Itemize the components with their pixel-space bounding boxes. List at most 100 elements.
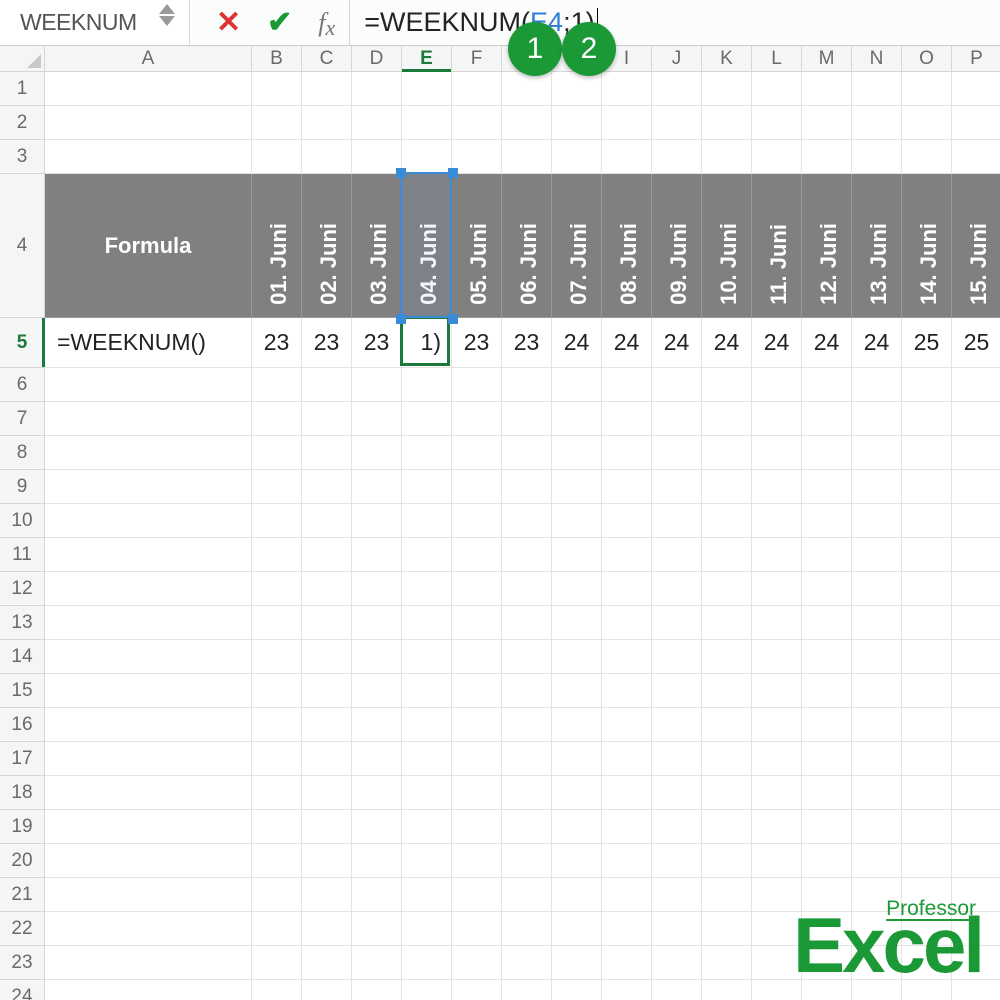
- row-header-10[interactable]: 10: [0, 504, 44, 538]
- cell-P5[interactable]: 25: [952, 318, 1000, 368]
- cell-A17[interactable]: [45, 742, 252, 776]
- cell-O16[interactable]: [902, 708, 952, 742]
- formula-input[interactable]: =WEEKNUM(E4;1): [350, 0, 1000, 45]
- cell-F23[interactable]: [452, 946, 502, 980]
- cell-J4[interactable]: 09. Juni: [652, 174, 702, 318]
- cell-G4[interactable]: 06. Juni: [502, 174, 552, 318]
- cell-D3[interactable]: [352, 140, 402, 174]
- cell-M12[interactable]: [802, 572, 852, 606]
- cell-E1[interactable]: [402, 72, 452, 106]
- cell-J1[interactable]: [652, 72, 702, 106]
- cell-C3[interactable]: [302, 140, 352, 174]
- cell-I17[interactable]: [602, 742, 652, 776]
- cell-G24[interactable]: [502, 980, 552, 1000]
- cell-F21[interactable]: [452, 878, 502, 912]
- cell-L19[interactable]: [752, 810, 802, 844]
- cell-A23[interactable]: [45, 946, 252, 980]
- cell-D17[interactable]: [352, 742, 402, 776]
- cell-C9[interactable]: [302, 470, 352, 504]
- cell-I21[interactable]: [602, 878, 652, 912]
- cell-H24[interactable]: [552, 980, 602, 1000]
- cell-L8[interactable]: [752, 436, 802, 470]
- column-header-O[interactable]: O: [902, 46, 952, 71]
- cell-J3[interactable]: [652, 140, 702, 174]
- cell-D24[interactable]: [352, 980, 402, 1000]
- cell-A13[interactable]: [45, 606, 252, 640]
- cell-N3[interactable]: [852, 140, 902, 174]
- cell-B13[interactable]: [252, 606, 302, 640]
- cell-M15[interactable]: [802, 674, 852, 708]
- cell-K17[interactable]: [702, 742, 752, 776]
- cell-L9[interactable]: [752, 470, 802, 504]
- cell-P11[interactable]: [952, 538, 1000, 572]
- cell-F8[interactable]: [452, 436, 502, 470]
- cell-B4[interactable]: 01. Juni: [252, 174, 302, 318]
- cell-N9[interactable]: [852, 470, 902, 504]
- cell-E16[interactable]: [402, 708, 452, 742]
- row-header-8[interactable]: 8: [0, 436, 44, 470]
- cell-K22[interactable]: [702, 912, 752, 946]
- cell-A12[interactable]: [45, 572, 252, 606]
- cell-M11[interactable]: [802, 538, 852, 572]
- cell-J17[interactable]: [652, 742, 702, 776]
- cell-P2[interactable]: [952, 106, 1000, 140]
- cell-B16[interactable]: [252, 708, 302, 742]
- chevron-up-icon[interactable]: [159, 4, 175, 14]
- cell-L13[interactable]: [752, 606, 802, 640]
- cell-D14[interactable]: [352, 640, 402, 674]
- cell-I24[interactable]: [602, 980, 652, 1000]
- confirm-icon[interactable]: ✔: [267, 8, 292, 38]
- cell-L20[interactable]: [752, 844, 802, 878]
- cell-C5[interactable]: 23: [302, 318, 352, 368]
- cell-I22[interactable]: [602, 912, 652, 946]
- cell-B19[interactable]: [252, 810, 302, 844]
- cell-I3[interactable]: [602, 140, 652, 174]
- cell-G9[interactable]: [502, 470, 552, 504]
- cell-H9[interactable]: [552, 470, 602, 504]
- cell-G12[interactable]: [502, 572, 552, 606]
- cell-B20[interactable]: [252, 844, 302, 878]
- cell-F24[interactable]: [452, 980, 502, 1000]
- cell-A18[interactable]: [45, 776, 252, 810]
- cell-F12[interactable]: [452, 572, 502, 606]
- cell-N6[interactable]: [852, 368, 902, 402]
- cell-P3[interactable]: [952, 140, 1000, 174]
- cell-C6[interactable]: [302, 368, 352, 402]
- row-header-11[interactable]: 11: [0, 538, 44, 572]
- cell-K3[interactable]: [702, 140, 752, 174]
- cell-L5[interactable]: 24: [752, 318, 802, 368]
- cell-M17[interactable]: [802, 742, 852, 776]
- cell-E5[interactable]: 1): [402, 318, 452, 368]
- cell-O19[interactable]: [902, 810, 952, 844]
- cell-G7[interactable]: [502, 402, 552, 436]
- cell-C13[interactable]: [302, 606, 352, 640]
- cell-D10[interactable]: [352, 504, 402, 538]
- cell-A3[interactable]: [45, 140, 252, 174]
- cell-D13[interactable]: [352, 606, 402, 640]
- cell-H13[interactable]: [552, 606, 602, 640]
- cell-C18[interactable]: [302, 776, 352, 810]
- cell-C14[interactable]: [302, 640, 352, 674]
- row-header-12[interactable]: 12: [0, 572, 44, 606]
- cell-B15[interactable]: [252, 674, 302, 708]
- cell-J8[interactable]: [652, 436, 702, 470]
- cell-F19[interactable]: [452, 810, 502, 844]
- cell-I9[interactable]: [602, 470, 652, 504]
- cell-L17[interactable]: [752, 742, 802, 776]
- cell-L12[interactable]: [752, 572, 802, 606]
- column-header-A[interactable]: A: [45, 46, 252, 71]
- cell-G8[interactable]: [502, 436, 552, 470]
- cell-M18[interactable]: [802, 776, 852, 810]
- cell-E4[interactable]: 04. Juni: [402, 174, 452, 318]
- cell-M20[interactable]: [802, 844, 852, 878]
- cell-I1[interactable]: [602, 72, 652, 106]
- cell-F2[interactable]: [452, 106, 502, 140]
- cell-P10[interactable]: [952, 504, 1000, 538]
- cell-D21[interactable]: [352, 878, 402, 912]
- fx-icon[interactable]: fx: [318, 8, 335, 38]
- cell-D18[interactable]: [352, 776, 402, 810]
- cell-P15[interactable]: [952, 674, 1000, 708]
- cell-G1[interactable]: [502, 72, 552, 106]
- cell-B21[interactable]: [252, 878, 302, 912]
- cell-N1[interactable]: [852, 72, 902, 106]
